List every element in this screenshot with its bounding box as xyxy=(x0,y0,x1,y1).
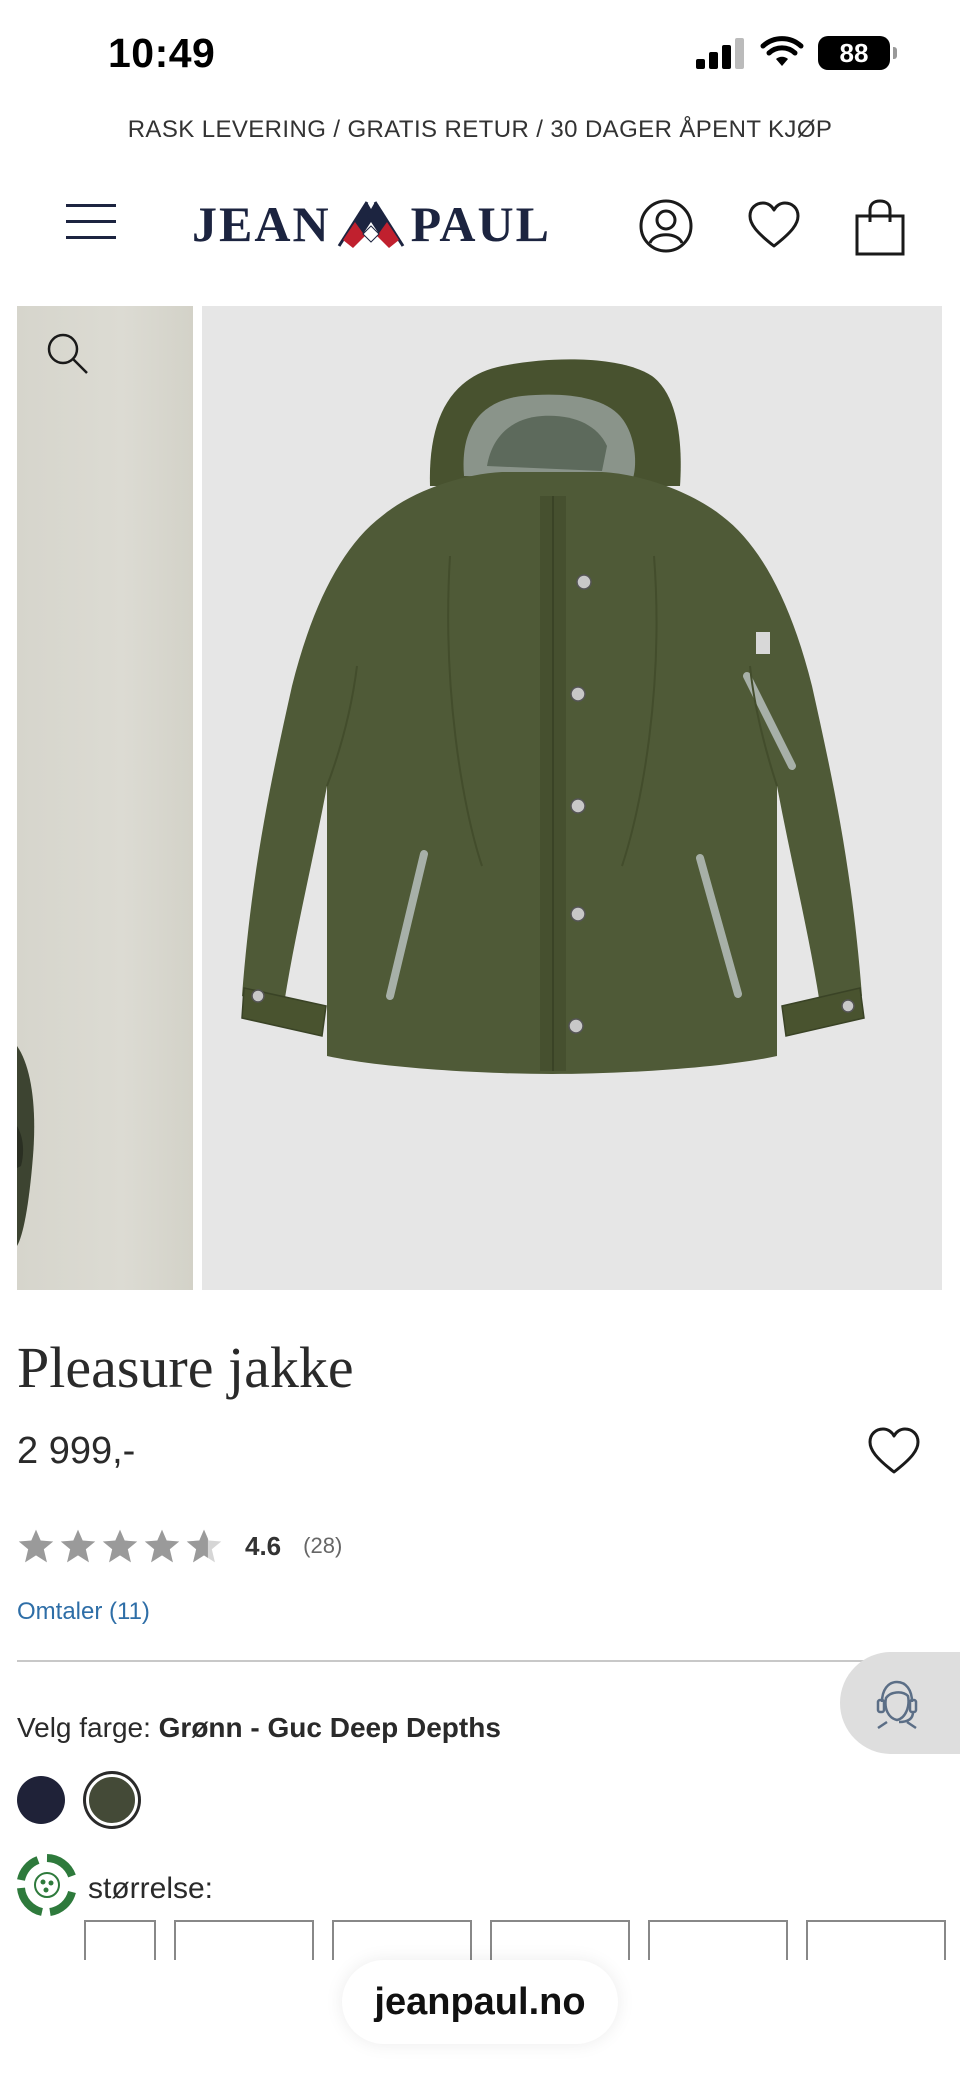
bag-icon xyxy=(855,199,905,256)
signal-icon xyxy=(696,38,744,69)
rating-stars xyxy=(17,1528,223,1564)
size-option[interactable] xyxy=(174,1920,314,1960)
size-option[interactable] xyxy=(84,1920,156,1960)
site-header: JEAN PAUL xyxy=(0,180,960,272)
jacket-image xyxy=(241,359,865,1074)
wishlist-button[interactable] xyxy=(746,198,802,254)
account-button[interactable] xyxy=(638,198,694,254)
wifi-icon xyxy=(760,36,804,66)
product-title: Pleasure jakke xyxy=(17,1335,354,1400)
status-icons: 88 xyxy=(696,36,897,70)
rating-value: 4.6 xyxy=(245,1530,282,1561)
star-icon xyxy=(18,1529,54,1563)
promo-banner: RASK LEVERING / GRATIS RETUR / 30 DAGER … xyxy=(127,116,833,143)
logo-text-left: JEAN xyxy=(192,196,331,252)
divider xyxy=(17,1660,917,1662)
heart-icon xyxy=(868,1427,920,1474)
color-swatch-green[interactable] xyxy=(86,1774,138,1826)
search-icon xyxy=(47,333,88,374)
cart-button[interactable] xyxy=(852,198,908,256)
add-to-wishlist-button[interactable] xyxy=(866,1424,922,1480)
star-icon xyxy=(144,1529,180,1563)
product-image-main[interactable] xyxy=(202,306,942,1290)
zoom-button[interactable] xyxy=(46,332,90,376)
browser-url-bar[interactable]: jeanpaul.no xyxy=(342,1960,618,2044)
selected-color-name: Grønn - Guc Deep Depths xyxy=(158,1712,501,1743)
chat-support-icon xyxy=(876,1680,918,1730)
size-label: størrelse: xyxy=(88,1872,214,1905)
star-half-icon xyxy=(186,1529,222,1563)
product-price: 2 999,- xyxy=(17,1430,136,1472)
status-bar: 10:49 88 xyxy=(0,0,960,112)
color-swatch-navy[interactable] xyxy=(17,1776,65,1824)
color-label: Velg farge: Grønn - Guc Deep Depths xyxy=(17,1712,501,1744)
logo-text-right: PAUL xyxy=(410,196,551,252)
menu-icon[interactable] xyxy=(66,200,118,244)
user-icon xyxy=(639,199,693,253)
heart-icon xyxy=(748,201,800,248)
reviews-link[interactable]: Omtaler (11) xyxy=(17,1598,150,1626)
star-icon xyxy=(102,1529,138,1563)
rating-count: (28) xyxy=(303,1533,343,1558)
logo-flags-icon xyxy=(337,201,404,248)
size-option[interactable] xyxy=(490,1920,630,1960)
product-rating: 4.6 (28) xyxy=(17,1528,342,1564)
logo[interactable]: JEAN PAUL xyxy=(192,194,551,254)
product-image-previous[interactable] xyxy=(17,306,193,1290)
recycle-icon xyxy=(14,1852,80,1918)
status-time: 10:49 xyxy=(108,30,216,76)
model-photo-edge xyxy=(17,1046,35,1246)
battery-indicator: 88 xyxy=(818,36,897,70)
color-label-prefix: Velg farge: xyxy=(17,1712,159,1743)
star-icon xyxy=(60,1529,96,1563)
chat-support-button[interactable] xyxy=(840,1652,960,1754)
size-option[interactable] xyxy=(648,1920,788,1960)
size-option[interactable] xyxy=(332,1920,472,1960)
size-option[interactable] xyxy=(806,1920,946,1960)
